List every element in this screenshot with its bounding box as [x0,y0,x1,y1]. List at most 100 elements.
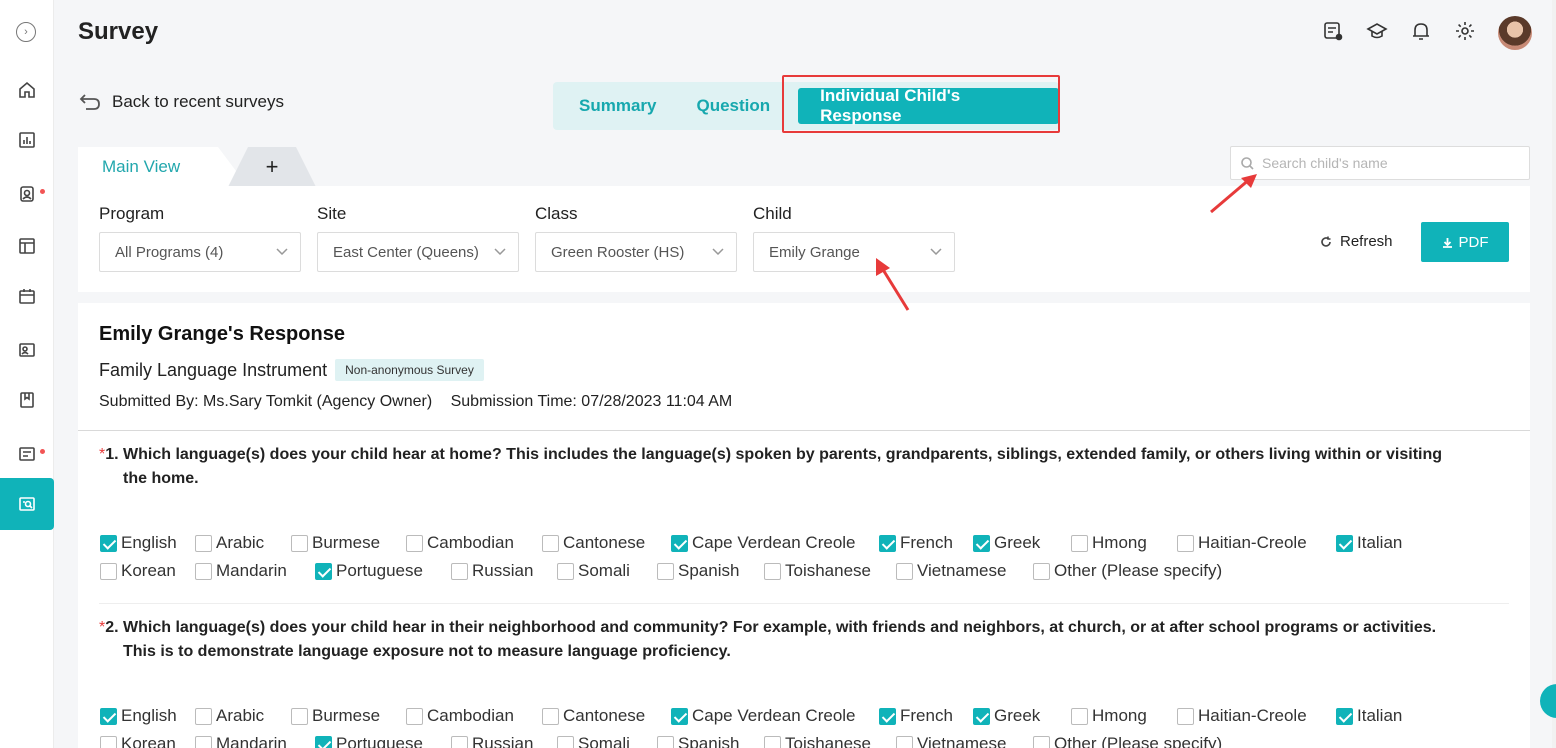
checkbox-unchecked[interactable] [764,562,781,580]
checkbox-option[interactable]: Russian [451,734,533,748]
class-select[interactable]: Green Rooster (HS) [535,232,737,272]
search-input[interactable] [1262,155,1502,171]
site-select[interactable]: East Center (Queens) [317,232,519,272]
checkbox-unchecked[interactable] [195,707,212,725]
checkbox-unchecked[interactable] [557,735,574,748]
checkbox-option[interactable]: Spanish [657,561,739,581]
profile-icon[interactable] [0,174,54,214]
checkbox-checked[interactable] [973,707,990,725]
checkbox-unchecked[interactable] [291,534,308,552]
checkbox-option[interactable]: Cape Verdean Creole [671,706,856,726]
checkbox-checked[interactable] [1336,534,1353,552]
checkbox-option[interactable]: Hmong [1071,533,1147,553]
checkbox-unchecked[interactable] [406,707,423,725]
checkbox-unchecked[interactable] [100,735,117,748]
checkbox-option[interactable]: Italian [1336,533,1402,553]
checkbox-checked[interactable] [315,562,332,580]
checkbox-option[interactable]: Burmese [291,706,380,726]
survey-list-icon[interactable] [0,434,54,474]
home-icon[interactable] [0,70,54,110]
checkbox-option[interactable]: Portuguese [315,734,423,748]
checkbox-option[interactable]: Burmese [291,533,380,553]
checkbox-option[interactable]: Spanish [657,734,739,748]
checkbox-option[interactable]: Vietnamese [896,561,1006,581]
checkbox-option[interactable]: French [879,706,953,726]
checkbox-option[interactable]: English [100,706,177,726]
checkbox-unchecked[interactable] [1177,707,1194,725]
checkbox-unchecked[interactable] [542,707,559,725]
checkbox-checked[interactable] [671,534,688,552]
checkbox-unchecked[interactable] [195,735,212,748]
calendar-icon[interactable] [0,276,54,316]
checkbox-option[interactable]: Toishanese [764,561,871,581]
checkbox-unchecked[interactable] [1071,707,1088,725]
checkbox-unchecked[interactable] [1033,562,1050,580]
checkbox-option[interactable]: Other (Please specify) [1033,734,1222,748]
checkbox-unchecked[interactable] [451,562,468,580]
checkbox-option[interactable]: Arabic [195,706,264,726]
id-card-icon[interactable] [0,330,54,370]
checkbox-unchecked[interactable] [557,562,574,580]
checkbox-unchecked[interactable] [195,562,212,580]
program-select[interactable]: All Programs (4) [99,232,301,272]
scrollbar[interactable] [1552,0,1556,748]
checkbox-unchecked[interactable] [100,562,117,580]
pdf-button[interactable]: PDF [1421,222,1509,262]
checkbox-unchecked[interactable] [1177,534,1194,552]
checkbox-checked[interactable] [879,707,896,725]
checkbox-checked[interactable] [973,534,990,552]
checkbox-option[interactable]: Hmong [1071,706,1147,726]
checkbox-option[interactable]: Korean [100,734,176,748]
checkbox-option[interactable]: Vietnamese [896,734,1006,748]
checkbox-option[interactable]: Cambodian [406,533,514,553]
checkbox-option[interactable]: Mandarin [195,734,287,748]
checkbox-checked[interactable] [315,735,332,748]
survey-active-icon[interactable] [0,478,54,530]
refresh-button[interactable]: Refresh [1320,233,1393,250]
checkbox-unchecked[interactable] [764,735,781,748]
graduation-cap-icon[interactable] [1366,20,1388,47]
checkbox-option[interactable]: Toishanese [764,734,871,748]
checkbox-checked[interactable] [100,534,117,552]
checkbox-option[interactable]: Italian [1336,706,1402,726]
checkbox-unchecked[interactable] [195,534,212,552]
checkbox-unchecked[interactable] [657,562,674,580]
checkbox-option[interactable]: Korean [100,561,176,581]
checkbox-option[interactable]: Other (Please specify) [1033,561,1222,581]
checkbox-checked[interactable] [671,707,688,725]
checkbox-unchecked[interactable] [657,735,674,748]
tab-question[interactable]: Question [676,96,790,116]
tab-main-view[interactable]: Main View [78,147,248,187]
checkbox-option[interactable]: Haitian-Creole [1177,533,1307,553]
child-select[interactable]: Emily Grange [753,232,955,272]
checkbox-checked[interactable] [1336,707,1353,725]
checkbox-option[interactable]: Arabic [195,533,264,553]
checkbox-option[interactable]: Russian [451,561,533,581]
checkbox-checked[interactable] [879,534,896,552]
checkbox-option[interactable]: Greek [973,706,1040,726]
checkbox-unchecked[interactable] [1071,534,1088,552]
checkbox-unchecked[interactable] [291,707,308,725]
checkbox-option[interactable]: Haitian-Creole [1177,706,1307,726]
checkbox-option[interactable]: Somali [557,734,630,748]
gear-icon[interactable] [1454,20,1476,47]
checkbox-unchecked[interactable] [542,534,559,552]
book-icon[interactable] [0,380,54,420]
checkbox-option[interactable]: Greek [973,533,1040,553]
add-view-button[interactable]: + [228,147,316,187]
back-link[interactable]: Back to recent surveys [78,92,284,112]
checkbox-unchecked[interactable] [896,735,913,748]
checkbox-option[interactable]: Cambodian [406,706,514,726]
checkbox-option[interactable]: English [100,533,177,553]
checkbox-option[interactable]: French [879,533,953,553]
checkbox-option[interactable]: Portuguese [315,561,423,581]
checkbox-unchecked[interactable] [406,534,423,552]
checkbox-option[interactable]: Somali [557,561,630,581]
chart-icon[interactable] [0,120,54,160]
layout-icon[interactable] [0,226,54,266]
checkbox-option[interactable]: Cape Verdean Creole [671,533,856,553]
bell-icon[interactable] [1410,20,1432,47]
checkbox-option[interactable]: Mandarin [195,561,287,581]
checkbox-unchecked[interactable] [896,562,913,580]
expand-icon[interactable]: › [16,22,36,42]
